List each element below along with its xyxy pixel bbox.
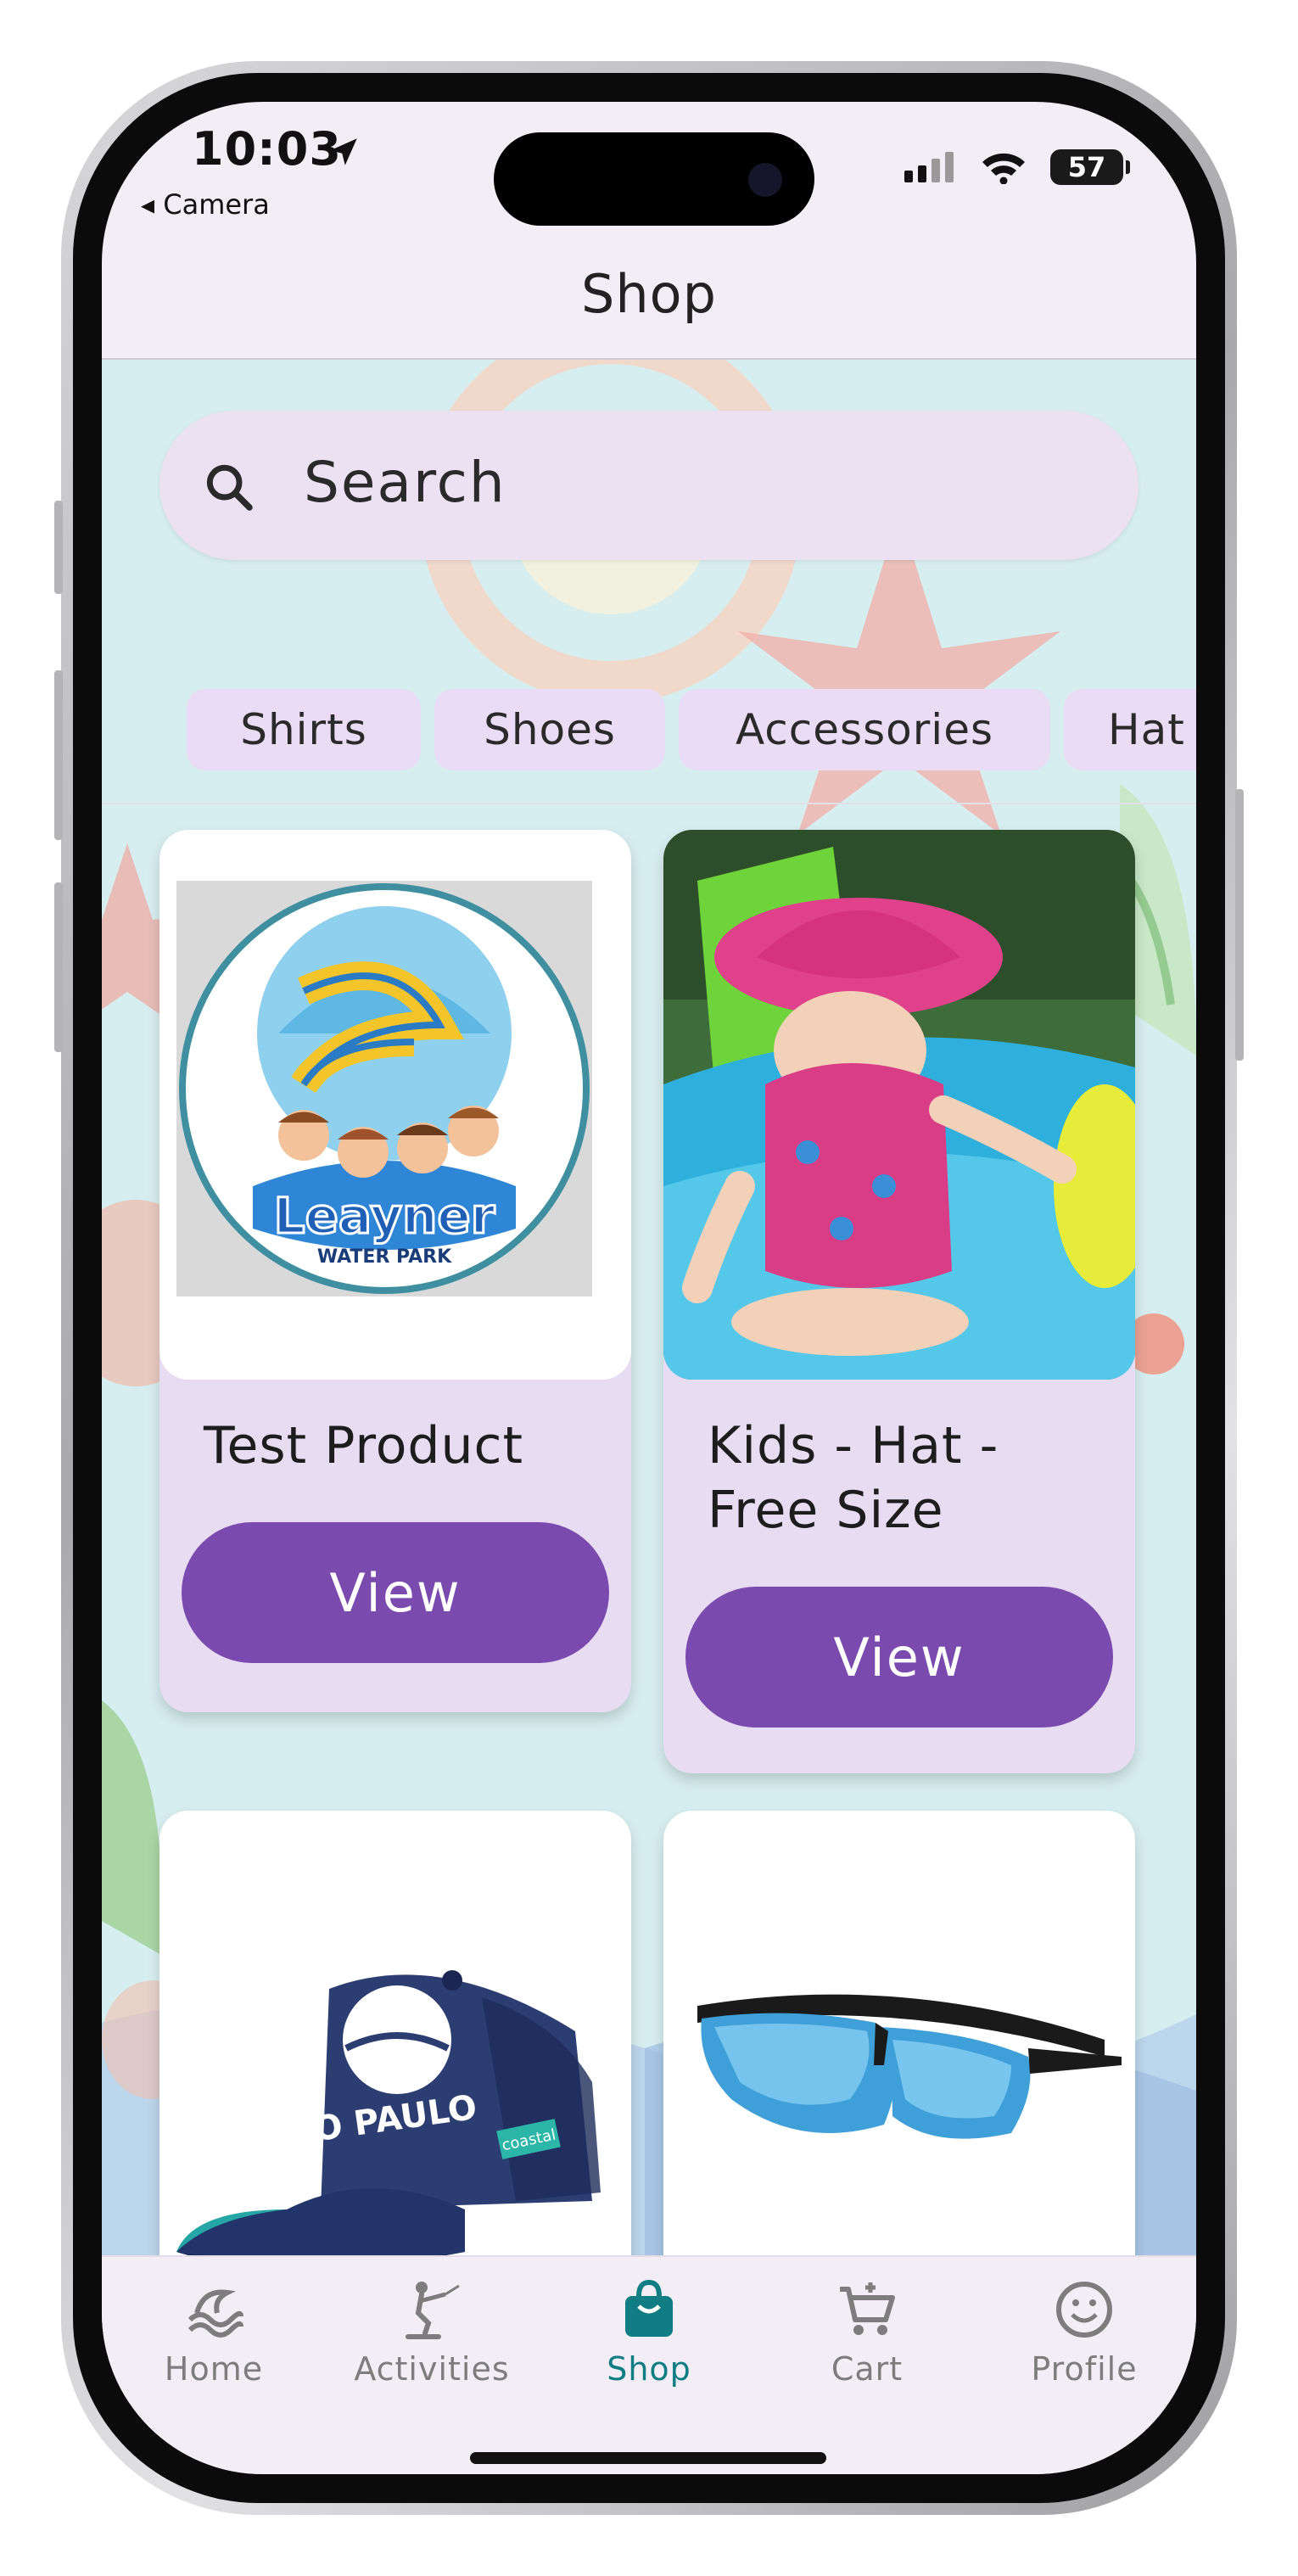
product-title-line-2: Free Size xyxy=(708,1481,944,1540)
waterpark-logo-image: Leayner WATER PARK xyxy=(176,881,592,1296)
chip-hat[interactable]: Hat xyxy=(1064,689,1196,770)
view-button[interactable]: View xyxy=(685,1587,1113,1728)
location-arrow-icon xyxy=(330,138,357,165)
cellular-signal-icon xyxy=(904,152,954,182)
home-indicator[interactable] xyxy=(470,2452,826,2464)
product-title-line-1: Kids - Hat - xyxy=(708,1416,999,1476)
product-card[interactable]: Kids - Hat - Free Size View xyxy=(663,830,1135,1773)
product-title: Test Product xyxy=(204,1416,524,1476)
nav-label-profile: Profile xyxy=(1031,2350,1138,2388)
status-time: 10:03 xyxy=(192,122,342,176)
cart-icon xyxy=(840,2282,895,2335)
page-title: Shop xyxy=(581,263,717,325)
wifi-icon xyxy=(982,153,1025,184)
waterski-icon xyxy=(406,2282,460,2339)
product-image xyxy=(663,1811,1135,2255)
wave-icon xyxy=(187,2289,243,2338)
search-input[interactable]: Search xyxy=(304,450,506,515)
nav-item-shop[interactable]: Shop xyxy=(564,2276,734,2388)
bottom-navigation: Home Activities Shop Cart Profile xyxy=(102,2255,1196,2474)
chip-shoes[interactable]: Shoes xyxy=(434,689,665,770)
product-image: SÃO PAULO coastal xyxy=(159,1811,631,2255)
silent-switch xyxy=(54,501,63,594)
product-card[interactable]: Leayner WATER PARK Test Product View xyxy=(159,830,631,1712)
shop-content[interactable]: Search Shirts Shoes Accessories Hat Leay… xyxy=(102,360,1196,2255)
nav-item-home[interactable]: Home xyxy=(129,2276,299,2388)
smiley-icon xyxy=(1056,2282,1112,2338)
battery-indicator: 57 xyxy=(1050,149,1130,185)
nav-label-home: Home xyxy=(164,2350,264,2388)
nav-label-activities: Activities xyxy=(354,2350,510,2388)
nav-item-profile[interactable]: Profile xyxy=(999,2276,1169,2388)
search-icon xyxy=(206,464,253,511)
chips-divider xyxy=(102,803,1196,804)
nav-item-activities[interactable]: Activities xyxy=(347,2276,517,2388)
kid-in-sun-hat-photo xyxy=(663,830,1135,1380)
nav-label-shop: Shop xyxy=(607,2350,691,2388)
product-card[interactable] xyxy=(663,1811,1135,2255)
search-bar[interactable]: Search xyxy=(159,411,1139,560)
nav-item-cart[interactable]: Cart xyxy=(782,2276,952,2388)
dynamic-island xyxy=(494,132,814,226)
volume-up-button xyxy=(54,670,63,840)
view-button[interactable]: View xyxy=(182,1522,609,1663)
status-indicators: 57 xyxy=(903,149,1130,185)
logo-subtext: WATER PARK xyxy=(317,1246,452,1268)
blue-mirror-sunglasses-image xyxy=(663,1811,1135,2255)
logo-text: Leayner xyxy=(274,1187,495,1245)
volume-down-button xyxy=(54,882,63,1052)
chip-accessories[interactable]: Accessories xyxy=(679,689,1050,770)
product-image: Leayner WATER PARK xyxy=(159,830,631,1380)
chip-shirts[interactable]: Shirts xyxy=(187,689,421,770)
screen: 10:03 ◂ Camera 57 Shop Search Shirts Sho… xyxy=(102,102,1196,2474)
back-to-camera-link[interactable]: ◂ Camera xyxy=(141,188,270,221)
power-button xyxy=(1235,789,1244,1061)
product-image xyxy=(663,830,1135,1380)
navy-trucker-cap-image: SÃO PAULO coastal xyxy=(159,1811,631,2255)
product-card[interactable]: SÃO PAULO coastal xyxy=(159,1811,631,2255)
nav-label-cart: Cart xyxy=(831,2350,904,2388)
shopping-bag-icon xyxy=(625,2279,673,2337)
